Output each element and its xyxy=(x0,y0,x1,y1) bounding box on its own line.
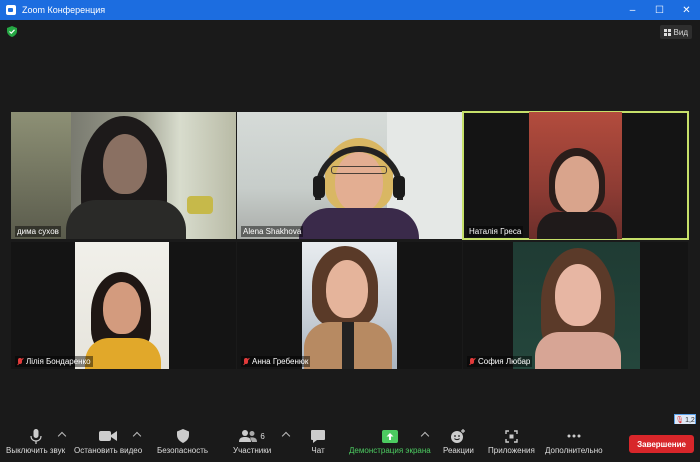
participants-count: 6 xyxy=(260,431,265,441)
reactions-button[interactable]: Реакции xyxy=(443,428,474,455)
video-tile[interactable]: София Любар xyxy=(463,242,688,369)
microphone-icon xyxy=(29,428,42,444)
meeting-toolbar: Выключить звук Остановить видео Безопасн… xyxy=(0,424,700,462)
video-tile[interactable]: Анна Гребенюк xyxy=(237,242,462,369)
video-tile[interactable]: дима сухов xyxy=(11,112,236,239)
end-meeting-button[interactable]: Завершение xyxy=(629,435,694,453)
apps-icon xyxy=(505,429,518,443)
security-button[interactable]: Безопасность xyxy=(157,428,208,455)
participant-video xyxy=(11,112,236,239)
participant-name-label: Лілія Бондаренко xyxy=(15,356,93,367)
participant-video xyxy=(75,242,169,369)
reactions-emoji-icon xyxy=(451,429,466,443)
share-screen-button[interactable]: Демонстрация экрана xyxy=(349,428,431,455)
apps-button[interactable]: Приложения xyxy=(488,428,535,455)
close-button[interactable]: ✕ xyxy=(673,0,700,20)
muted-microphone-icon xyxy=(243,357,249,366)
participant-name-label: Анна Гребенюк xyxy=(241,356,311,367)
maximize-button[interactable]: ☐ xyxy=(646,0,673,20)
grid-view-icon xyxy=(663,28,671,36)
more-button[interactable]: Дополнительно xyxy=(545,428,603,455)
view-button[interactable]: Вид xyxy=(659,25,692,39)
window-controls: – ☐ ✕ xyxy=(619,0,700,20)
chat-bubble-icon xyxy=(311,429,325,443)
view-label: Вид xyxy=(673,27,688,37)
more-dots-icon xyxy=(567,434,581,438)
video-camera-icon xyxy=(99,431,118,441)
video-tile-active-speaker[interactable]: Наталія Греса xyxy=(462,111,689,240)
video-tile[interactable]: Лілія Бондаренко xyxy=(11,242,236,369)
security-shield-icon xyxy=(176,429,189,443)
chat-button[interactable]: Чат xyxy=(311,428,325,455)
participants-icon xyxy=(239,430,258,442)
stop-video-button[interactable]: Остановить видео xyxy=(74,428,142,455)
participant-name-label: Alena Shakhova xyxy=(241,226,304,237)
participant-video xyxy=(529,112,622,239)
zoom-logo-icon xyxy=(6,5,16,15)
mute-button[interactable]: Выключить звук xyxy=(6,428,65,455)
participant-video xyxy=(302,242,397,369)
participant-name-label: Наталія Греса xyxy=(467,226,524,237)
minimize-button[interactable]: – xyxy=(619,0,646,20)
participant-name-label: дима сухов xyxy=(15,226,61,237)
title-bar: Zoom Конференция – ☐ ✕ xyxy=(0,0,700,20)
participants-button[interactable]: 6 Участники xyxy=(233,428,271,455)
window-title: Zoom Конференция xyxy=(22,5,106,15)
encryption-shield-icon[interactable] xyxy=(7,26,17,37)
share-screen-icon xyxy=(381,429,398,443)
participant-video xyxy=(237,112,462,239)
video-tile[interactable]: Alena Shakhova xyxy=(237,112,462,239)
muted-microphone-icon xyxy=(469,357,475,366)
muted-microphone-icon xyxy=(17,357,23,366)
participant-video xyxy=(513,242,640,369)
participants-options-chevron-icon[interactable] xyxy=(281,431,291,441)
participant-name-label: София Любар xyxy=(467,356,533,367)
microphone-icon: 🎙 xyxy=(675,417,685,424)
